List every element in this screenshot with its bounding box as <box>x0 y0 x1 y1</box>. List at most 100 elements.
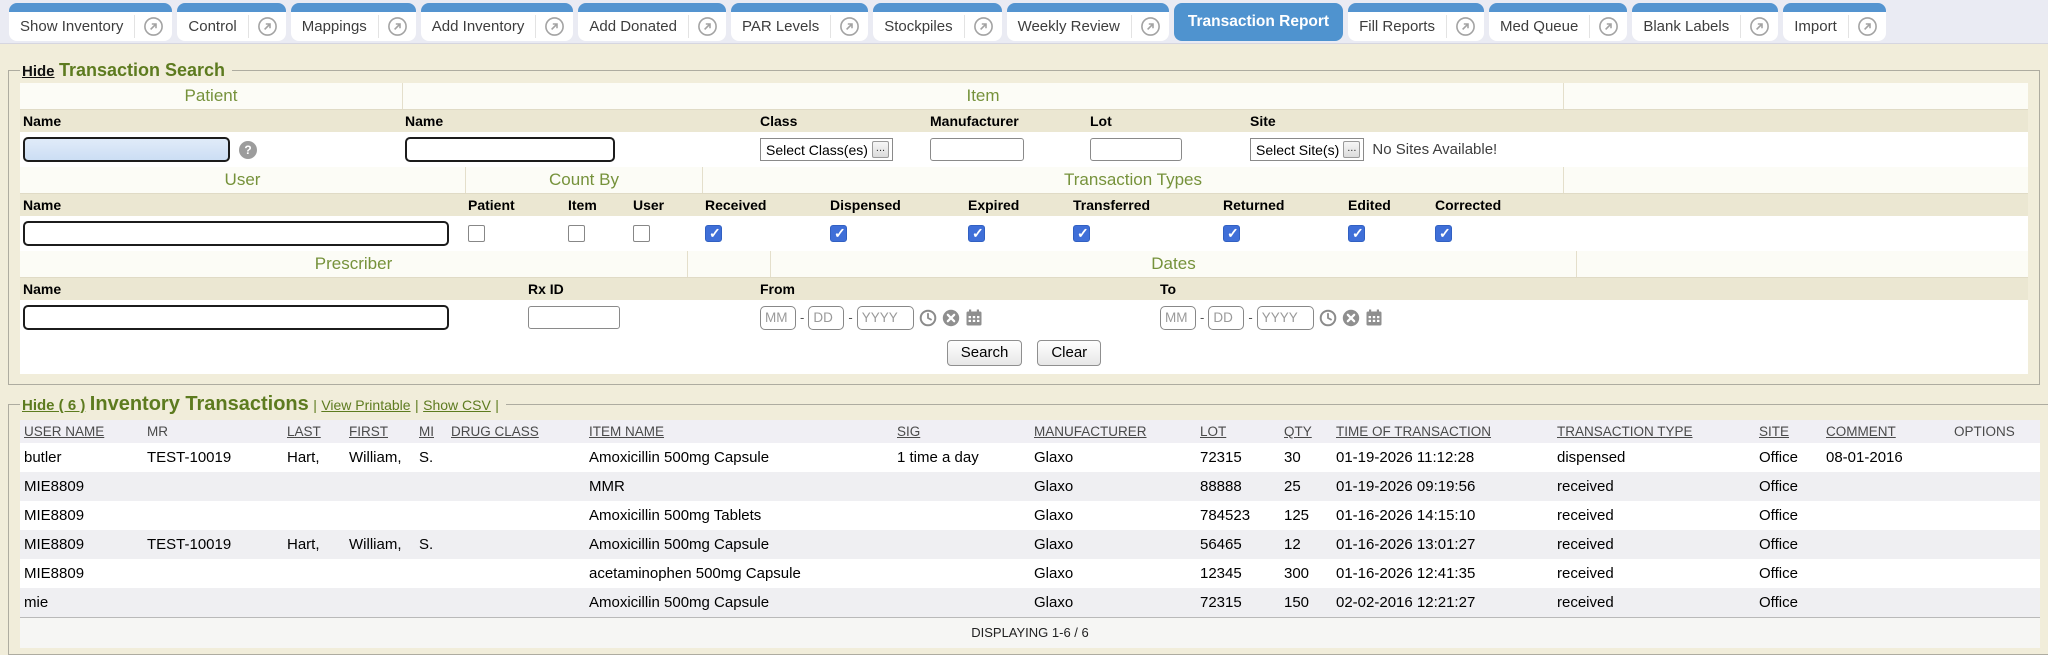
to-year-input[interactable] <box>1257 306 1314 330</box>
search-panel-title: Transaction Search <box>59 60 225 80</box>
open-in-new-window-icon[interactable] <box>1590 12 1627 41</box>
tab-accent-bar <box>1783 3 1886 12</box>
tab-transaction-report[interactable]: Transaction Report <box>1174 3 1343 41</box>
open-in-new-window-icon[interactable] <box>689 12 726 41</box>
tab-show-inventory[interactable]: Show Inventory <box>9 3 172 41</box>
open-in-new-window-icon[interactable] <box>135 12 172 41</box>
cell-mr <box>143 472 283 501</box>
clear-button[interactable]: Clear <box>1037 340 1101 366</box>
calendar-icon[interactable] <box>965 309 983 327</box>
col-user-name[interactable]: USER NAME <box>20 420 143 443</box>
item-name-input[interactable] <box>405 137 615 162</box>
tab-weekly-review[interactable]: Weekly Review <box>1007 3 1169 41</box>
select-sites-button[interactable]: Select Site(s)... <box>1250 138 1364 161</box>
open-in-new-window-icon[interactable] <box>1447 12 1484 41</box>
col-mr: MR <box>143 420 283 443</box>
open-in-new-window-icon[interactable] <box>536 12 573 41</box>
col-mi[interactable]: MI <box>415 420 447 443</box>
to-day-input[interactable] <box>1208 306 1244 330</box>
to-month-input[interactable] <box>1160 306 1196 330</box>
type-dispensed-checkbox[interactable] <box>830 225 847 242</box>
show-csv-link[interactable]: Show CSV <box>423 397 491 413</box>
col-time-of-transaction[interactable]: TIME OF TRANSACTION <box>1332 420 1553 443</box>
from-day-input[interactable] <box>808 306 844 330</box>
open-in-new-window-icon[interactable] <box>1741 12 1778 41</box>
hide-results-link[interactable]: Hide ( 6 ) <box>22 397 85 414</box>
col-site[interactable]: SITE <box>1755 420 1822 443</box>
open-in-new-window-icon[interactable] <box>249 12 286 41</box>
patient-name-input[interactable] <box>23 137 230 162</box>
calendar-icon[interactable] <box>1365 309 1383 327</box>
cell-last <box>283 501 345 530</box>
col-transaction-type[interactable]: TRANSACTION TYPE <box>1553 420 1755 443</box>
tab-mappings[interactable]: Mappings <box>291 3 416 41</box>
top-tab-bar: Show Inventory Control Mappings Add Inve… <box>0 0 2048 44</box>
tab-accent-bar <box>1489 3 1627 12</box>
col-first[interactable]: FIRST <box>345 420 415 443</box>
rx-id-input[interactable] <box>528 306 620 329</box>
tab-par-levels[interactable]: PAR Levels <box>731 3 868 41</box>
tab-control[interactable]: Control <box>177 3 285 41</box>
tab-accent-bar <box>421 3 574 12</box>
col-last[interactable]: LAST <box>283 420 345 443</box>
time-now-icon[interactable] <box>1319 309 1337 327</box>
cell-first <box>345 501 415 530</box>
col-comment[interactable]: COMMENT <box>1822 420 1950 443</box>
to-date-group: - - <box>1160 306 1383 330</box>
col-sig[interactable]: SIG <box>893 420 1030 443</box>
col-drug-class[interactable]: DRUG CLASS <box>447 420 585 443</box>
tab-import[interactable]: Import <box>1783 3 1886 41</box>
ellipsis-button[interactable]: ... <box>1343 141 1360 158</box>
prescriber-name-input[interactable] <box>23 305 449 330</box>
tab-add-donated[interactable]: Add Donated <box>578 3 726 41</box>
type-corrected-checkbox[interactable] <box>1435 225 1452 242</box>
countby-patient-checkbox[interactable] <box>468 225 485 242</box>
lot-input[interactable] <box>1090 138 1182 161</box>
time-now-icon[interactable] <box>919 309 937 327</box>
type-received-checkbox[interactable] <box>705 225 722 242</box>
clear-date-icon[interactable] <box>942 309 960 327</box>
tab-stockpiles[interactable]: Stockpiles <box>873 3 1001 41</box>
clear-date-icon[interactable] <box>1342 309 1360 327</box>
open-in-new-window-icon[interactable] <box>1849 12 1886 41</box>
tab-med-queue[interactable]: Med Queue <box>1489 3 1627 41</box>
cell-last: Hart, <box>283 530 345 559</box>
cell-time: 01-19-2026 09:19:56 <box>1332 472 1553 501</box>
user-name-input[interactable] <box>23 221 449 246</box>
help-icon[interactable] <box>239 141 257 159</box>
open-in-new-window-icon[interactable] <box>965 12 1002 41</box>
search-button[interactable]: Search <box>947 340 1023 366</box>
tab-add-inventory[interactable]: Add Inventory <box>421 3 574 41</box>
col-manufacturer[interactable]: MANUFACTURER <box>1030 420 1196 443</box>
type-expired-checkbox[interactable] <box>968 225 985 242</box>
cell-options <box>1950 559 2040 588</box>
cell-first <box>345 472 415 501</box>
cell-site: Office <box>1755 443 1822 472</box>
cell-type: received <box>1553 530 1755 559</box>
countby-user-checkbox[interactable] <box>633 225 650 242</box>
open-in-new-window-icon[interactable] <box>379 12 416 41</box>
transaction-search-panel: Hide Transaction Search Patient Item Nam… <box>8 60 2040 385</box>
cell-sig <box>893 588 1030 618</box>
tab-blank-labels[interactable]: Blank Labels <box>1632 3 1778 41</box>
countby-item-checkbox[interactable] <box>568 225 585 242</box>
hide-search-link[interactable]: Hide <box>22 63 55 80</box>
open-in-new-window-icon[interactable] <box>1132 12 1169 41</box>
manufacturer-input[interactable] <box>930 138 1024 161</box>
col-qty[interactable]: QTY <box>1280 420 1332 443</box>
type-edited-checkbox[interactable] <box>1348 225 1365 242</box>
cell-sig <box>893 559 1030 588</box>
open-in-new-window-icon[interactable] <box>831 12 868 41</box>
from-month-input[interactable] <box>760 306 796 330</box>
tab-fill-reports[interactable]: Fill Reports <box>1348 3 1484 41</box>
col-item-name[interactable]: ITEM NAME <box>585 420 893 443</box>
col-lot[interactable]: LOT <box>1196 420 1280 443</box>
table-footer-row: DISPLAYING 1-6 / 6 <box>20 618 2040 649</box>
view-printable-link[interactable]: View Printable <box>321 397 410 413</box>
type-transferred-checkbox[interactable] <box>1073 225 1090 242</box>
ellipsis-button[interactable]: ... <box>872 141 889 158</box>
from-year-input[interactable] <box>857 306 914 330</box>
type-returned-checkbox[interactable] <box>1223 225 1240 242</box>
cell-manufacturer: Glaxo <box>1030 472 1196 501</box>
select-classes-button[interactable]: Select Class(es)... <box>760 138 893 161</box>
